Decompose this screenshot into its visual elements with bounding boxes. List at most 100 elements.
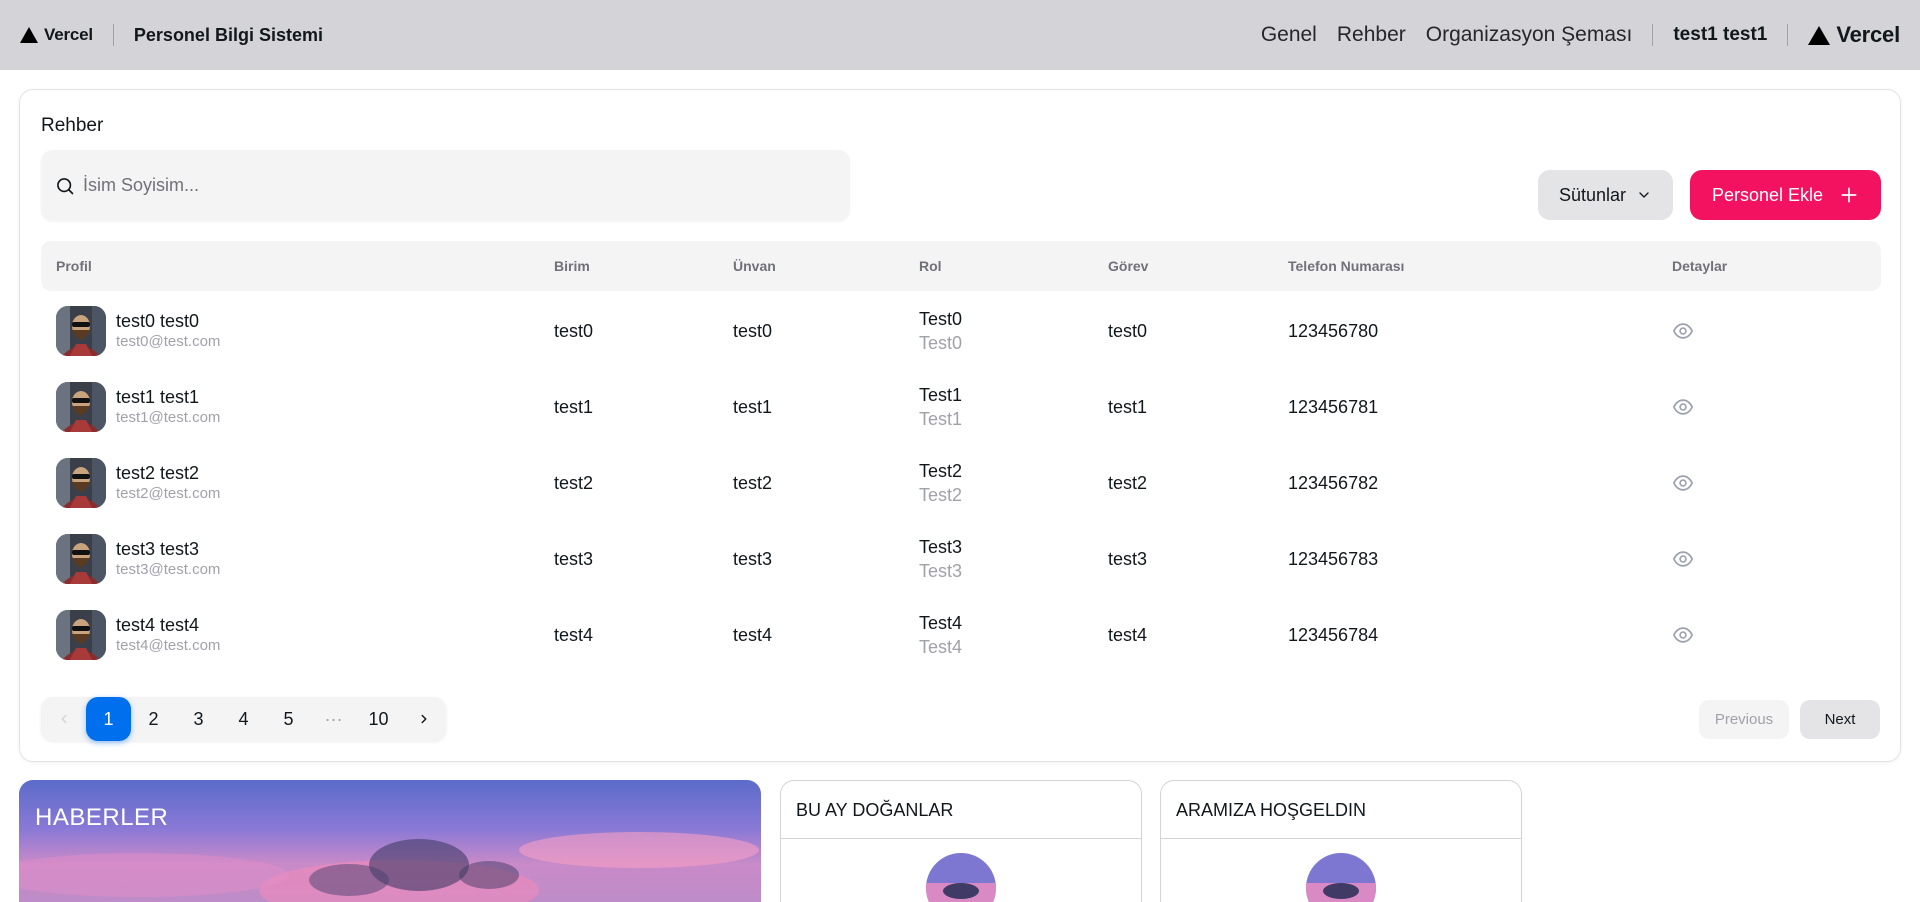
person-name: test1 test1 — [116, 387, 200, 407]
column-header-profil[interactable]: Profil — [56, 241, 92, 291]
column-header-birim[interactable]: Birim — [554, 241, 590, 291]
previous-button[interactable]: Previous — [1699, 700, 1789, 739]
avatar[interactable] — [56, 534, 106, 584]
person-name: test3 test3 — [116, 539, 200, 559]
column-header-rol[interactable]: Rol — [919, 241, 942, 291]
user-menu[interactable]: test1 test1 — [1673, 24, 1767, 46]
avatar-image — [926, 853, 996, 902]
pagination: 1 2 3 4 5 ··· 10 — [41, 697, 446, 741]
cell-rol-sub: Test1 — [919, 409, 963, 429]
vercel-triangle-icon — [1808, 25, 1831, 45]
cell-gorev: test1 — [1108, 396, 1148, 417]
avatar[interactable] — [56, 610, 106, 660]
avatar[interactable] — [56, 306, 106, 356]
news-banner[interactable]: HABERLER — [19, 780, 761, 902]
divider — [112, 24, 114, 46]
avatar-image — [1306, 853, 1376, 902]
cell-rol-sub: Test2 — [919, 485, 963, 505]
chevron-left-icon — [61, 714, 66, 724]
person-name: test4 test4 — [116, 615, 200, 635]
pagination-prev-arrow[interactable] — [41, 697, 86, 741]
search-box[interactable] — [41, 150, 850, 221]
view-details-button[interactable] — [1672, 293, 1694, 369]
cell-unvan: test1 — [733, 396, 773, 417]
page-button-10[interactable]: 10 — [356, 697, 401, 741]
eye-icon — [1673, 627, 1693, 643]
column-header-unvan[interactable]: Ünvan — [733, 241, 776, 291]
cell-rol: Test1 — [919, 385, 963, 405]
person-email: test1@test.com — [116, 409, 221, 426]
cell-gorev: test2 — [1108, 472, 1148, 493]
card-title: Rehber — [41, 115, 104, 136]
eye-icon — [1673, 475, 1693, 491]
person-name: test2 test2 — [116, 463, 200, 483]
page-button-2[interactable]: 2 — [131, 697, 176, 741]
view-details-button[interactable] — [1672, 597, 1694, 673]
columns-button-label: Sütunlar — [1558, 184, 1627, 205]
welcome-widget: ARAMIZA HOŞGELDIN — [1160, 780, 1522, 902]
news-image — [19, 832, 759, 902]
cell-birim: test4 — [554, 624, 594, 645]
directory-card: Rehber Sütunlar Personel Ekle Profil Bir… — [19, 89, 1901, 762]
brand-name-right: Vercel — [1836, 22, 1900, 47]
nav-link-rehber[interactable]: Rehber — [1337, 23, 1406, 47]
brand-logo-right[interactable]: Vercel — [1808, 22, 1900, 48]
eye-icon — [1673, 323, 1693, 339]
cell-rol: Test2 — [919, 461, 963, 481]
avatar[interactable] — [56, 458, 106, 508]
view-details-button[interactable] — [1672, 445, 1694, 521]
cell-gorev: test0 — [1108, 320, 1148, 341]
table-row[interactable]: test2 test2 test2@test.com test2 test2 T… — [41, 445, 1881, 521]
page-button-3[interactable]: 3 — [176, 697, 221, 741]
welcome-avatar[interactable] — [1306, 853, 1376, 902]
nav-link-organizasyon-semasi[interactable]: Organizasyon Şeması — [1426, 23, 1633, 47]
table-row[interactable]: test4 test4 test4@test.com test4 test4 T… — [41, 597, 1881, 673]
cell-phone: 123456784 — [1288, 624, 1379, 645]
add-personnel-label: Personel Ekle — [1711, 184, 1824, 205]
avatar-image — [56, 458, 106, 508]
page-ellipsis[interactable]: ··· — [311, 697, 356, 741]
page-button-1[interactable]: 1 — [86, 697, 131, 741]
vercel-triangle-icon — [20, 27, 38, 43]
table-row[interactable]: test0 test0 test0@test.com test0 test0 T… — [41, 293, 1881, 369]
page-button-4[interactable]: 4 — [221, 697, 266, 741]
columns-button[interactable]: Sütunlar — [1538, 170, 1673, 220]
nav-right: Genel Rehber Organizasyon Şeması test1 t… — [1261, 0, 1900, 70]
search-input[interactable] — [83, 175, 803, 196]
search-icon — [57, 177, 74, 194]
cell-unvan: test0 — [733, 320, 773, 341]
news-title: HABERLER — [35, 804, 169, 831]
view-details-button[interactable] — [1672, 369, 1694, 445]
column-header-detaylar[interactable]: Detaylar — [1672, 241, 1727, 291]
brand-name: Vercel — [44, 25, 93, 44]
pagination-next-arrow[interactable] — [401, 697, 446, 741]
table-row[interactable]: test1 test1 test1@test.com test1 test1 T… — [41, 369, 1881, 445]
cell-rol: Test0 — [919, 309, 963, 329]
person-email: test2@test.com — [116, 485, 221, 502]
cell-birim: test1 — [554, 396, 594, 417]
cell-phone: 123456781 — [1288, 396, 1379, 417]
column-header-gorev[interactable]: Görev — [1108, 241, 1148, 291]
table-row[interactable]: test3 test3 test3@test.com test3 test3 T… — [41, 521, 1881, 597]
cell-rol-sub: Test0 — [919, 333, 963, 353]
top-navbar: Vercel Personel Bilgi Sistemi Genel Rehb… — [0, 0, 1920, 70]
brand-logo[interactable]: Vercel — [20, 25, 93, 45]
add-personnel-button[interactable]: Personel Ekle — [1690, 170, 1881, 220]
next-button[interactable]: Next — [1800, 700, 1880, 739]
view-details-button[interactable] — [1672, 521, 1694, 597]
birthday-avatar[interactable] — [926, 853, 996, 902]
page-button-5[interactable]: 5 — [266, 697, 311, 741]
cell-unvan: test3 — [733, 548, 773, 569]
avatar-image — [56, 382, 106, 432]
nav-link-genel[interactable]: Genel — [1261, 23, 1317, 47]
divider — [1652, 24, 1654, 46]
eye-icon — [1673, 399, 1693, 415]
cell-phone: 123456780 — [1288, 320, 1379, 341]
cell-rol: Test4 — [919, 613, 963, 633]
person-email: test3@test.com — [116, 561, 221, 578]
cell-unvan: test4 — [733, 624, 773, 645]
avatar[interactable] — [56, 382, 106, 432]
cell-phone: 123456782 — [1288, 472, 1379, 493]
table-header: Profil Birim Ünvan Rol Görev Telefon Num… — [41, 241, 1881, 291]
column-header-telefon[interactable]: Telefon Numarası — [1288, 241, 1404, 291]
